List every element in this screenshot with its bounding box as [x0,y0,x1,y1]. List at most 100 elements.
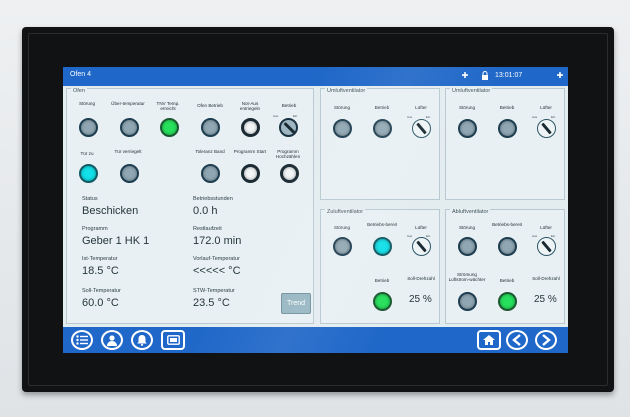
alarm-bell-icon[interactable] [131,330,153,350]
programm-label: Programm [82,226,108,232]
lamp-stoerung [458,119,477,138]
forward-arrow-icon[interactable] [535,330,557,350]
knob-label-ein: Ein [426,115,431,119]
switch-luefter[interactable] [412,237,431,256]
content-area: Ofen Störung Über-temperatur TNV Temp. e… [63,86,568,327]
soll-temperatur-label: Soll-Temperatur [82,288,121,294]
programm-value: Geber 1 HK 1 [82,235,150,247]
label-soll-drehzahl: Soll-Drehzahl [407,276,435,281]
lamp-tnv-temp [160,118,179,137]
group-title-abluft: Abluftventilator [450,209,491,215]
switch-indicator [541,240,552,253]
group-umluft-1: Umluftventilator Störung Betrieb Lüfter … [320,88,440,200]
lamp-betrieb [498,119,517,138]
lamp-betriebsbereit [498,237,517,256]
back-arrow-icon[interactable] [506,330,528,350]
list-menu-icon[interactable] [71,330,93,350]
label-betriebsbereit: Betriebs-bereit [492,222,522,227]
title-bar: Ofen 4 ✚ 13:01:07 ✚ [63,67,568,86]
plus-shield-icon[interactable]: ✚ [460,71,470,81]
lamp-uebertemperatur [120,118,139,137]
label-luefter: Lüfter [540,225,552,230]
lamp-toleranz-band [201,164,220,183]
knob-label-ein: Ein [426,234,431,238]
knob-label-aus: Aus [273,114,279,118]
label-soll-drehzahl: Soll-Drehzahl [532,276,560,281]
label-betrieb: Betrieb [374,278,390,283]
ist-temperatur-value: 18.5 °C [82,265,119,277]
vorlauf-temperatur-label: Vorlauf-Temperatur [193,256,240,262]
button-not-aus[interactable] [241,118,260,137]
lamp-stoerung [458,237,477,256]
user-icon[interactable] [101,330,123,350]
label-programm-start: Programm Start [233,149,267,154]
plus-shield-icon[interactable]: ✚ [555,71,565,81]
label-uebertemperatur: Über-temperatur [111,101,145,106]
label-stoerung: Störung [78,101,96,106]
button-programm-start[interactable] [241,164,260,183]
switch-luefter[interactable] [537,119,556,138]
switch-indicator [416,240,427,253]
lamp-stoerung [333,119,352,138]
soll-drehzahl-value[interactable]: 25 % [409,294,432,305]
label-betrieb: Betrieb [499,278,515,283]
status-value: Beschicken [82,205,139,217]
switch-luefter[interactable] [537,237,556,256]
knob-label-ein: Ein [293,114,298,118]
stw-temperatur-value: 23.5 °C [193,297,230,309]
label-luefter: Lüfter [415,225,427,230]
screen-icon[interactable] [161,330,185,350]
label-stoerung: Störung [333,105,351,110]
lamp-betrieb [373,292,392,311]
group-ofen: Ofen Störung Über-temperatur TNV Temp. e… [66,88,314,324]
group-title-zuluft: Zuluftventilator [325,209,366,215]
bottom-nav-bar [63,327,568,353]
soll-drehzahl-value[interactable]: 25 % [534,294,557,305]
label-tuer-verriegelt: Tür verriegelt [114,149,142,154]
label-stoerung: Störung [458,225,476,230]
label-ofen-betrieb: Ofen Betrieb [197,103,223,108]
lamp-ofen-betrieb [201,118,220,137]
hmi-screen: Ofen 4 ✚ 13:01:07 ✚ Ofen Störung Über-te… [63,67,568,353]
group-title-umluft-1: Umluftventilator [325,88,368,94]
knob-label-ein: Ein [551,115,556,119]
betriebsstunden-label: Betriebsstunden [193,196,233,202]
knob-label-ein: Ein [551,234,556,238]
button-programm-hochzaehlen[interactable] [280,164,299,183]
lamp-tuer-verriegelt [120,164,139,183]
vorlauf-temperatur-value: <<<<< °C [193,265,241,277]
trend-button[interactable]: Trend [281,293,311,314]
group-umluft-2: Umluftventilator Störung Betrieb Lüfter … [445,88,565,200]
restlaufzeit-label: Restlaufzeit [193,226,222,232]
lamp-betrieb [498,292,517,311]
label-stroemung: Strömung Luftstrom-wächter [448,272,486,282]
window-title: Ofen 4 [70,71,92,78]
lamp-betrieb [373,119,392,138]
ist-temperatur-label: Ist-Temperatur [82,256,118,262]
betriebsstunden-value: 0.0 h [193,205,218,217]
group-zuluft: Zuluftventilator Störung Betriebs-bereit… [320,209,440,324]
soll-temperatur-value: 60.0 °C [82,297,119,309]
lamp-betriebsbereit [373,237,392,256]
label-betrieb: Betrieb [281,103,297,108]
label-luefter: Lüfter [540,105,552,110]
restlaufzeit-value: 172.0 min [193,235,242,247]
knob-label-aus: Aus [532,115,538,119]
label-betrieb: Betrieb [499,105,515,110]
clock: 13:01:07 [495,72,523,79]
group-abluft: Abluftventilator Störung Betriebs-bereit… [445,209,565,324]
label-betrieb: Betrieb [374,105,390,110]
switch-indicator [283,121,296,135]
label-not-aus: Not-Aus entriegeln [239,101,261,111]
lock-icon[interactable] [480,71,490,81]
status-label: Status [82,196,98,202]
knob-label-aus: Aus [407,115,413,119]
switch-betrieb[interactable] [279,118,298,137]
group-title-umluft-2: Umluftventilator [450,88,493,94]
switch-indicator [416,122,427,135]
switch-luefter[interactable] [412,119,431,138]
label-toleranz-band: Toleranz Band [195,149,225,154]
group-title-ofen: Ofen [71,88,87,94]
lamp-stroemung [458,292,477,311]
home-icon[interactable] [477,330,501,350]
